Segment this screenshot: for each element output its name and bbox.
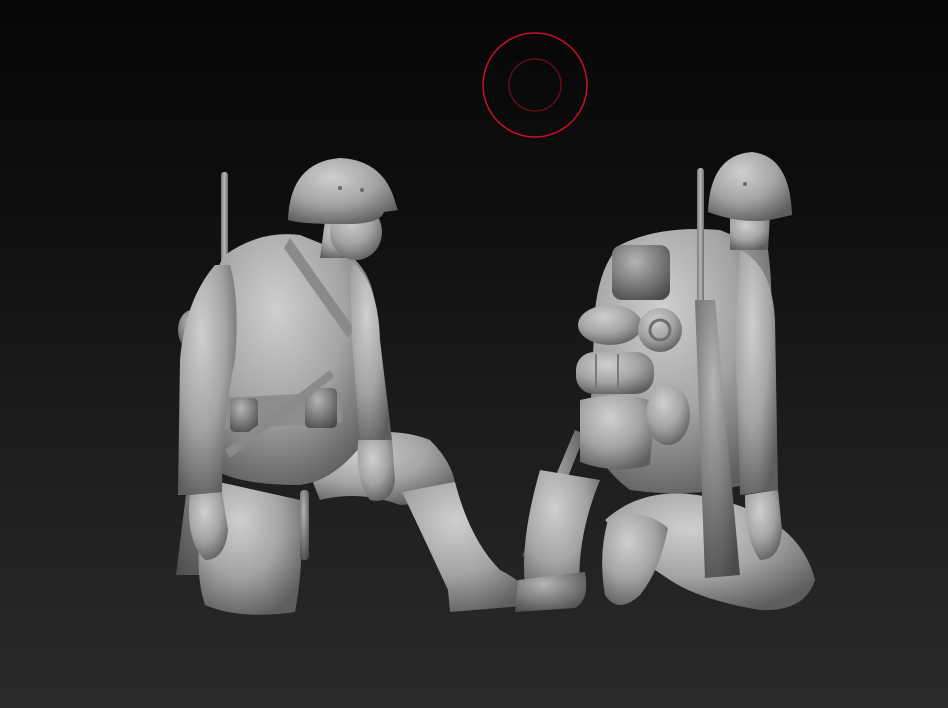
gas-mask-canister — [576, 352, 654, 394]
kneeling-soldier-front[interactable] — [176, 158, 535, 615]
boot — [602, 514, 668, 605]
mess-kit — [612, 245, 670, 300]
kneeling-soldier-back[interactable] — [515, 152, 815, 612]
rolled-tarp-end — [638, 308, 682, 352]
helmet-left — [288, 158, 398, 225]
canteen — [646, 385, 690, 445]
ammo-pouch — [230, 398, 258, 432]
helmet-right — [708, 152, 792, 221]
bread-bag — [580, 395, 655, 470]
rolled-tarp — [578, 305, 642, 345]
bayonet — [300, 490, 309, 560]
brush-cursor-icon — [482, 32, 588, 138]
sculpt-viewport[interactable] — [0, 0, 948, 708]
arm — [735, 250, 778, 495]
front-boot — [402, 482, 535, 612]
